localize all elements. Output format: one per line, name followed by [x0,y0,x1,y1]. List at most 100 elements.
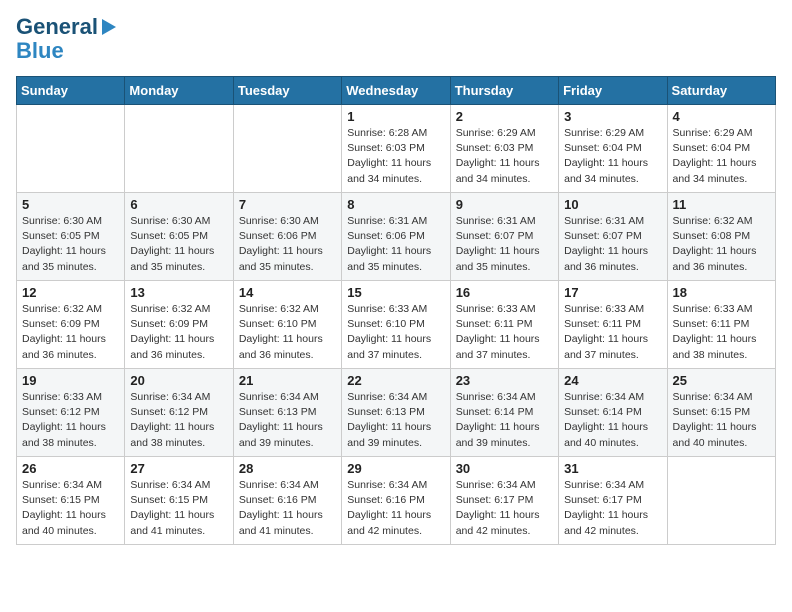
day-info: Sunrise: 6:33 AM Sunset: 6:12 PM Dayligh… [22,390,119,451]
day-info: Sunrise: 6:29 AM Sunset: 6:03 PM Dayligh… [456,126,553,187]
day-info: Sunrise: 6:33 AM Sunset: 6:11 PM Dayligh… [673,302,770,363]
day-info: Sunrise: 6:33 AM Sunset: 6:11 PM Dayligh… [564,302,661,363]
calendar-cell: 13 Sunrise: 6:32 AM Sunset: 6:09 PM Dayli… [125,281,233,369]
day-number: 13 [130,285,227,300]
day-number: 3 [564,109,661,124]
calendar-cell: 2 Sunrise: 6:29 AM Sunset: 6:03 PM Daylig… [450,105,558,193]
day-info: Sunrise: 6:34 AM Sunset: 6:17 PM Dayligh… [456,478,553,539]
day-number: 19 [22,373,119,388]
calendar-cell: 16 Sunrise: 6:33 AM Sunset: 6:11 PM Dayli… [450,281,558,369]
day-number: 27 [130,461,227,476]
calendar-cell: 1 Sunrise: 6:28 AM Sunset: 6:03 PM Daylig… [342,105,450,193]
calendar-cell: 14 Sunrise: 6:32 AM Sunset: 6:10 PM Dayli… [233,281,341,369]
calendar-cell: 23 Sunrise: 6:34 AM Sunset: 6:14 PM Dayli… [450,369,558,457]
calendar-cell: 10 Sunrise: 6:31 AM Sunset: 6:07 PM Dayli… [559,193,667,281]
calendar-cell: 11 Sunrise: 6:32 AM Sunset: 6:08 PM Dayli… [667,193,775,281]
day-info: Sunrise: 6:34 AM Sunset: 6:14 PM Dayligh… [456,390,553,451]
day-number: 10 [564,197,661,212]
calendar-cell: 25 Sunrise: 6:34 AM Sunset: 6:15 PM Dayli… [667,369,775,457]
day-info: Sunrise: 6:32 AM Sunset: 6:08 PM Dayligh… [673,214,770,275]
logo-arrow-icon [102,19,116,35]
day-number: 28 [239,461,336,476]
logo-general: General [16,16,98,38]
day-info: Sunrise: 6:34 AM Sunset: 6:13 PM Dayligh… [347,390,444,451]
day-info: Sunrise: 6:33 AM Sunset: 6:10 PM Dayligh… [347,302,444,363]
day-info: Sunrise: 6:34 AM Sunset: 6:16 PM Dayligh… [347,478,444,539]
day-number: 2 [456,109,553,124]
day-number: 15 [347,285,444,300]
calendar-cell: 18Sunrise: 6:33 AM Sunset: 6:11 PM Dayli… [667,281,775,369]
day-info: Sunrise: 6:31 AM Sunset: 6:07 PM Dayligh… [456,214,553,275]
page-header: General Blue [16,16,776,64]
day-info: Sunrise: 6:32 AM Sunset: 6:10 PM Dayligh… [239,302,336,363]
weekday-header-monday: Monday [125,77,233,105]
calendar-cell: 19 Sunrise: 6:33 AM Sunset: 6:12 PM Dayli… [17,369,125,457]
calendar-cell: 21 Sunrise: 6:34 AM Sunset: 6:13 PM Dayli… [233,369,341,457]
day-info: Sunrise: 6:30 AM Sunset: 6:05 PM Dayligh… [130,214,227,275]
day-info: Sunrise: 6:34 AM Sunset: 6:17 PM Dayligh… [564,478,661,539]
calendar-cell: 20Sunrise: 6:34 AM Sunset: 6:12 PM Dayli… [125,369,233,457]
day-number: 22 [347,373,444,388]
calendar-cell: 28 Sunrise: 6:34 AM Sunset: 6:16 PM Dayli… [233,457,341,545]
calendar-cell: 4 Sunrise: 6:29 AM Sunset: 6:04 PM Daylig… [667,105,775,193]
day-number: 24 [564,373,661,388]
day-info: Sunrise: 6:34 AM Sunset: 6:16 PM Dayligh… [239,478,336,539]
calendar-cell: 3 Sunrise: 6:29 AM Sunset: 6:04 PM Daylig… [559,105,667,193]
day-number: 6 [130,197,227,212]
day-info: Sunrise: 6:29 AM Sunset: 6:04 PM Dayligh… [673,126,770,187]
calendar-cell: 30 Sunrise: 6:34 AM Sunset: 6:17 PM Dayli… [450,457,558,545]
calendar-cell: 17 Sunrise: 6:33 AM Sunset: 6:11 PM Dayli… [559,281,667,369]
day-number: 12 [22,285,119,300]
calendar-cell: 12 Sunrise: 6:32 AM Sunset: 6:09 PM Dayli… [17,281,125,369]
day-number: 25 [673,373,770,388]
day-number: 31 [564,461,661,476]
weekday-header-saturday: Saturday [667,77,775,105]
calendar-cell [667,457,775,545]
logo: General Blue [16,16,116,64]
calendar-table: SundayMondayTuesdayWednesdayThursdayFrid… [16,76,776,545]
day-number: 17 [564,285,661,300]
day-info: Sunrise: 6:30 AM Sunset: 6:05 PM Dayligh… [22,214,119,275]
day-info: Sunrise: 6:28 AM Sunset: 6:03 PM Dayligh… [347,126,444,187]
calendar-cell [233,105,341,193]
weekday-header-thursday: Thursday [450,77,558,105]
logo-blue: Blue [16,38,64,64]
day-number: 7 [239,197,336,212]
day-number: 8 [347,197,444,212]
day-info: Sunrise: 6:34 AM Sunset: 6:15 PM Dayligh… [673,390,770,451]
calendar-cell: 6 Sunrise: 6:30 AM Sunset: 6:05 PM Daylig… [125,193,233,281]
day-info: Sunrise: 6:31 AM Sunset: 6:07 PM Dayligh… [564,214,661,275]
day-number: 9 [456,197,553,212]
calendar-cell: 24 Sunrise: 6:34 AM Sunset: 6:14 PM Dayli… [559,369,667,457]
day-number: 14 [239,285,336,300]
day-number: 21 [239,373,336,388]
calendar-cell: 15 Sunrise: 6:33 AM Sunset: 6:10 PM Dayli… [342,281,450,369]
day-number: 23 [456,373,553,388]
day-info: Sunrise: 6:32 AM Sunset: 6:09 PM Dayligh… [130,302,227,363]
calendar-cell: 31 Sunrise: 6:34 AM Sunset: 6:17 PM Dayli… [559,457,667,545]
day-number: 16 [456,285,553,300]
day-info: Sunrise: 6:34 AM Sunset: 6:13 PM Dayligh… [239,390,336,451]
day-number: 11 [673,197,770,212]
calendar-cell [125,105,233,193]
calendar-cell [17,105,125,193]
day-info: Sunrise: 6:34 AM Sunset: 6:15 PM Dayligh… [130,478,227,539]
weekday-header-tuesday: Tuesday [233,77,341,105]
calendar-cell: 26 Sunrise: 6:34 AM Sunset: 6:15 PM Dayli… [17,457,125,545]
day-info: Sunrise: 6:34 AM Sunset: 6:15 PM Dayligh… [22,478,119,539]
day-number: 26 [22,461,119,476]
day-info: Sunrise: 6:31 AM Sunset: 6:06 PM Dayligh… [347,214,444,275]
calendar-cell: 7Sunrise: 6:30 AM Sunset: 6:06 PM Daylig… [233,193,341,281]
day-number: 30 [456,461,553,476]
day-number: 1 [347,109,444,124]
day-info: Sunrise: 6:29 AM Sunset: 6:04 PM Dayligh… [564,126,661,187]
weekday-header-sunday: Sunday [17,77,125,105]
day-info: Sunrise: 6:32 AM Sunset: 6:09 PM Dayligh… [22,302,119,363]
day-info: Sunrise: 6:34 AM Sunset: 6:12 PM Dayligh… [130,390,227,451]
day-info: Sunrise: 6:33 AM Sunset: 6:11 PM Dayligh… [456,302,553,363]
weekday-header-wednesday: Wednesday [342,77,450,105]
day-number: 4 [673,109,770,124]
day-info: Sunrise: 6:34 AM Sunset: 6:14 PM Dayligh… [564,390,661,451]
calendar-cell: 29Sunrise: 6:34 AM Sunset: 6:16 PM Dayli… [342,457,450,545]
calendar-cell: 9 Sunrise: 6:31 AM Sunset: 6:07 PM Daylig… [450,193,558,281]
